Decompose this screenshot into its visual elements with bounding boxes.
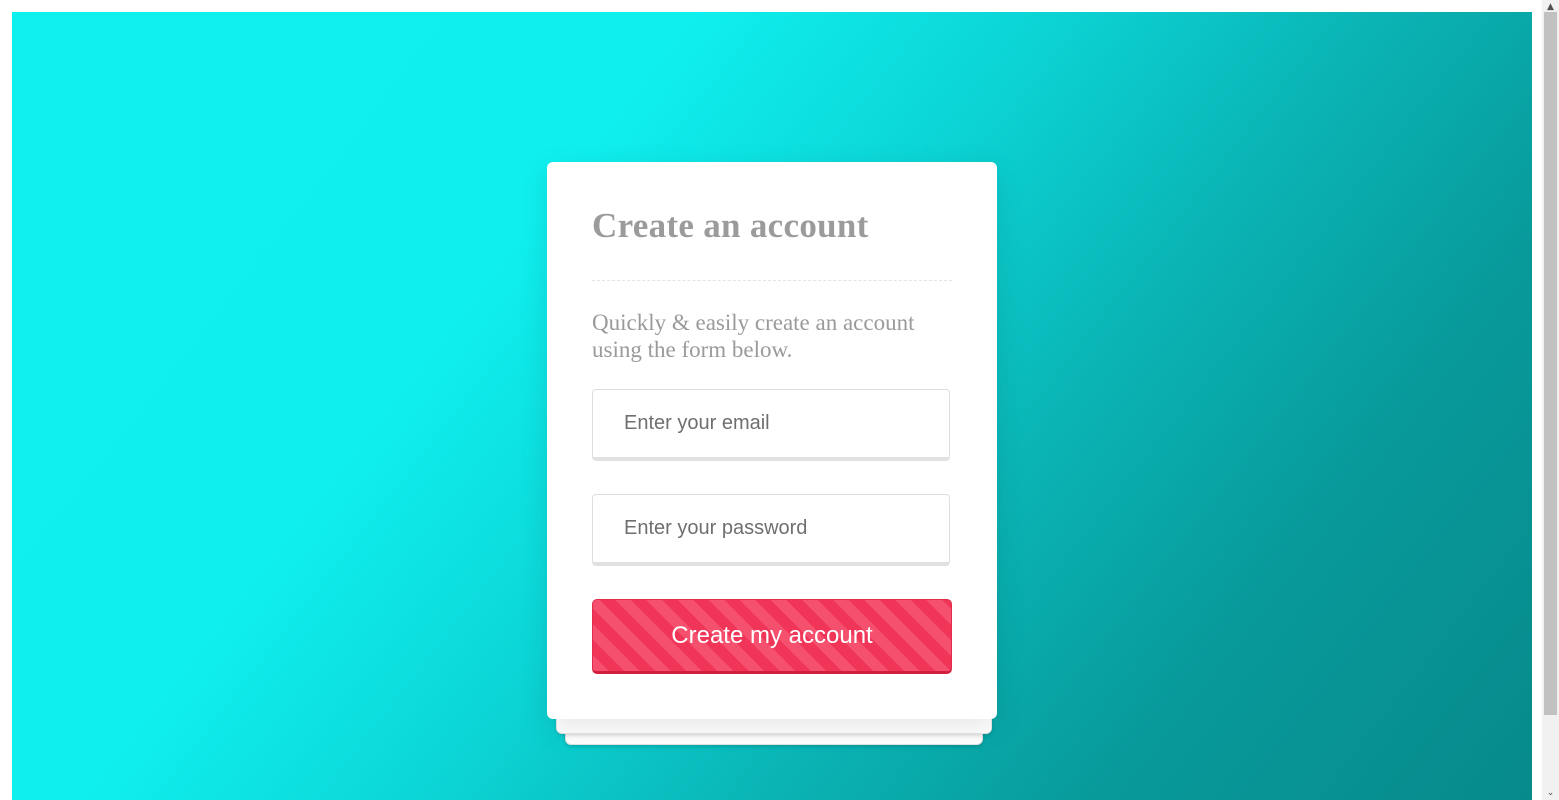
signup-title: Create an account xyxy=(592,206,869,245)
scrollbar-thumb[interactable] xyxy=(1544,12,1557,715)
create-account-button[interactable]: Create my account xyxy=(592,599,952,674)
vertical-scrollbar[interactable]: ▲ ⌄ xyxy=(1542,0,1559,800)
scroll-down-icon[interactable]: ⌄ xyxy=(1542,786,1559,800)
signup-card: Create an account Quickly & easily creat… xyxy=(547,162,997,719)
email-field[interactable] xyxy=(592,389,950,461)
page-background: Create an account Quickly & easily creat… xyxy=(12,12,1532,800)
signup-subtitle: Quickly & easily create an account using… xyxy=(592,310,915,362)
password-field[interactable] xyxy=(592,494,950,566)
title-divider xyxy=(592,280,952,281)
